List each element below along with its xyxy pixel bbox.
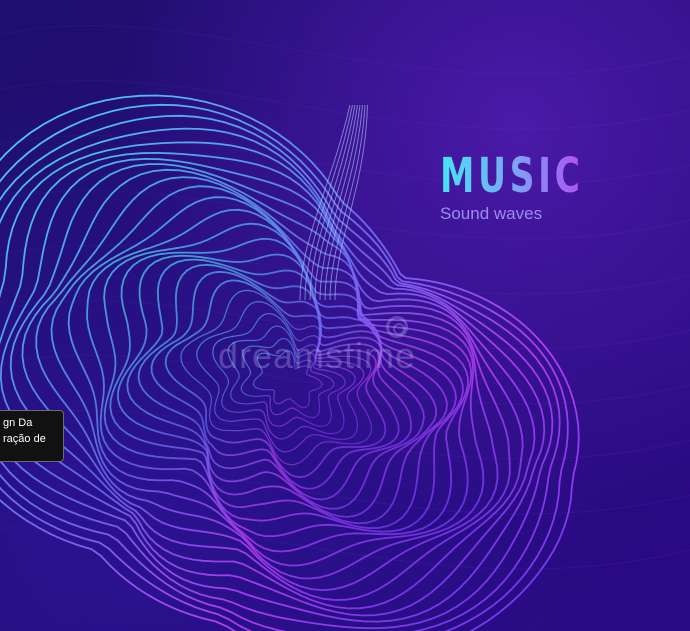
hover-tooltip: gn Da ração de [0,410,64,462]
watermark-text: dreamstime [218,335,417,376]
background-wave-line [0,24,690,75]
spout-line [329,104,366,301]
title-music: MUSIC [440,148,584,204]
sound-wave-rings [0,24,690,631]
tooltip-line-1: gn Da [3,417,33,429]
background-wave-line [0,79,690,130]
background-wave-line [0,134,690,185]
wave-ring [137,263,413,501]
spout-line [319,104,361,301]
music-wave-illustration: MUSIC Sound waves dreamstime gn Da ração… [0,0,690,631]
tooltip-line-2: ração de [3,433,46,445]
subtitle-sound-waves: Sound waves [440,204,543,223]
